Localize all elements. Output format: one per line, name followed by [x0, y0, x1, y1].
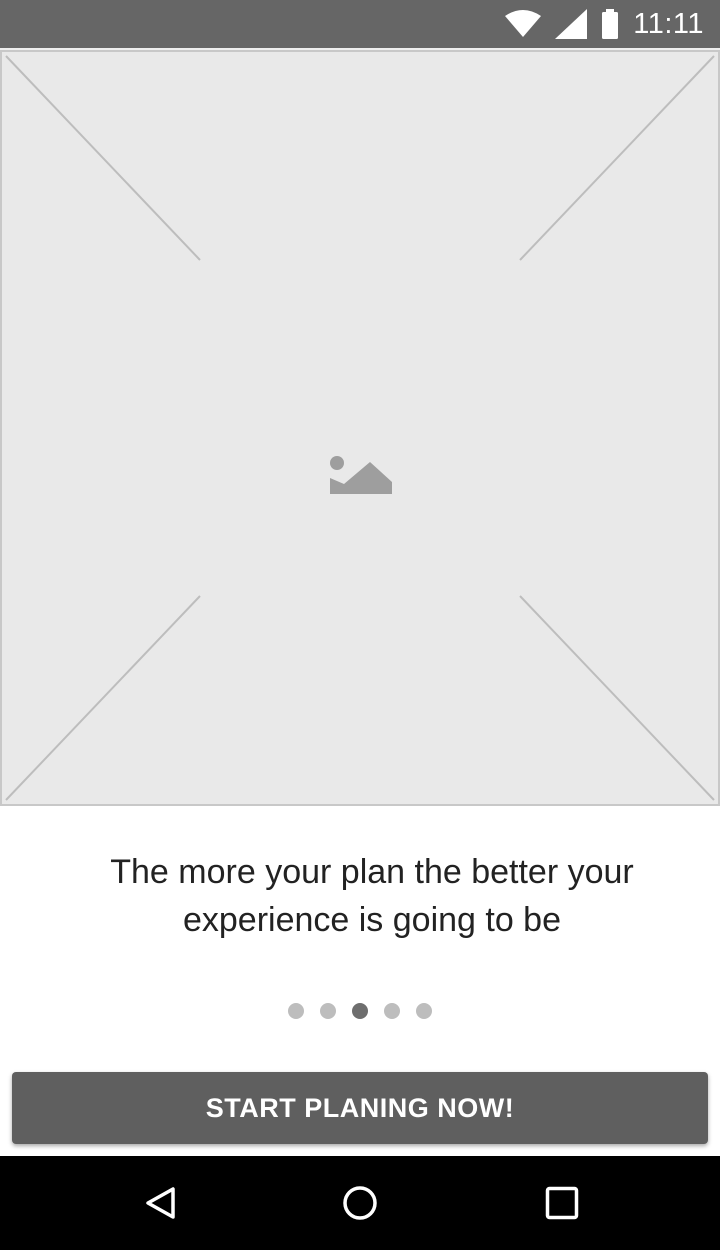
recents-icon — [545, 1186, 579, 1220]
page-dot-5[interactable] — [416, 1003, 432, 1019]
status-icons: 11:11 — [505, 0, 704, 48]
nav-back-button[interactable] — [100, 1156, 220, 1250]
battery-icon — [602, 9, 619, 39]
page-dot-2[interactable] — [320, 1003, 336, 1019]
signal-icon — [555, 9, 588, 39]
placeholder-cross-lines — [5, 55, 715, 801]
back-icon — [146, 1187, 175, 1219]
onboarding-screen: 11:11 The more your plan the better your… — [0, 0, 720, 1250]
nav-recents-button[interactable] — [502, 1156, 622, 1250]
message-line-2: experience is going to be — [182, 901, 562, 939]
wifi-icon — [505, 10, 542, 37]
page-indicator — [0, 1003, 720, 1021]
onboarding-message: The more your plan the better your exper… — [60, 848, 684, 944]
image-placeholder-icon — [330, 456, 392, 494]
status-bar: 11:11 — [0, 0, 720, 48]
page-dot-4[interactable] — [384, 1003, 400, 1019]
page-dot-3-active[interactable] — [352, 1003, 368, 1019]
page-dot-1[interactable] — [288, 1003, 304, 1019]
nav-home-button[interactable] — [300, 1156, 420, 1250]
start-planning-button-label: START PLANING NOW! — [205, 1092, 515, 1123]
start-planning-button[interactable]: START PLANING NOW! — [12, 1072, 708, 1144]
status-time: 11:11 — [633, 7, 704, 40]
home-icon — [343, 1186, 377, 1220]
system-navigation-bar — [0, 1156, 720, 1250]
message-line-1: The more your plan the better your — [110, 853, 634, 891]
hero-image-placeholder — [0, 50, 720, 806]
